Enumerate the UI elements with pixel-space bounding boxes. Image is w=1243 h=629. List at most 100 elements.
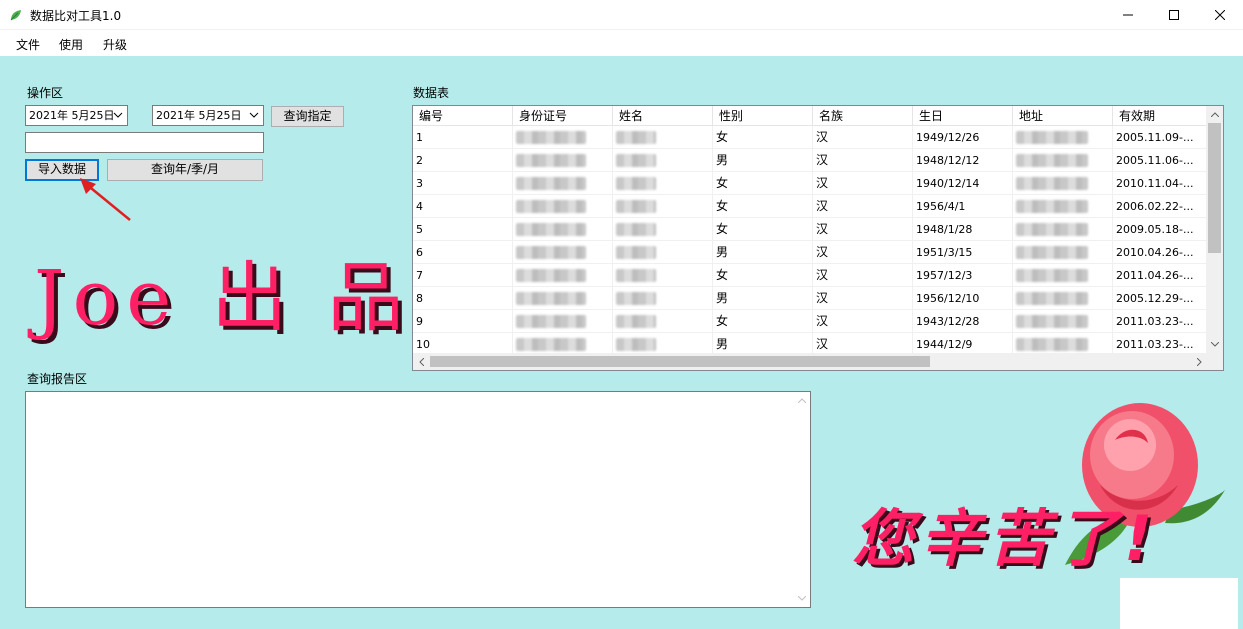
- table-row[interactable]: 6 男汉 1951/3/15 2010.04.26-...: [413, 241, 1208, 264]
- cell-id[interactable]: 7: [413, 264, 513, 287]
- cell-id-number[interactable]: [513, 264, 613, 287]
- scroll-down-icon[interactable]: [793, 590, 810, 607]
- cell-birthday[interactable]: 1956/4/1: [913, 195, 1013, 218]
- table-row[interactable]: 8 男汉 1956/12/10 2005.12.29-...: [413, 287, 1208, 310]
- cell-id[interactable]: 2: [413, 149, 513, 172]
- scroll-thumb[interactable]: [1208, 123, 1221, 253]
- cell-validity[interactable]: 2005.11.06-...: [1113, 149, 1208, 172]
- cell-id-number[interactable]: [513, 126, 613, 149]
- cell-address[interactable]: [1013, 264, 1113, 287]
- cell-address[interactable]: [1013, 241, 1113, 264]
- cell-id[interactable]: 9: [413, 310, 513, 333]
- cell-gender[interactable]: 男: [713, 287, 813, 310]
- cell-gender[interactable]: 男: [713, 241, 813, 264]
- cell-ethnicity[interactable]: 汉: [813, 264, 913, 287]
- table-vertical-scrollbar[interactable]: [1206, 106, 1223, 353]
- cell-ethnicity[interactable]: 汉: [813, 195, 913, 218]
- column-header[interactable]: 编号: [413, 106, 513, 126]
- column-header[interactable]: 生日: [913, 106, 1013, 126]
- date-to-picker[interactable]: 2021年 5月25日: [152, 105, 264, 126]
- cell-ethnicity[interactable]: 汉: [813, 218, 913, 241]
- column-header[interactable]: 名族: [813, 106, 913, 126]
- table-row[interactable]: 1 女汉 1949/12/26 2005.11.09-...: [413, 126, 1208, 149]
- cell-name[interactable]: [613, 241, 713, 264]
- table-row[interactable]: 2 男汉 1948/12/12 2005.11.06-...: [413, 149, 1208, 172]
- cell-address[interactable]: [1013, 195, 1113, 218]
- query-text-input[interactable]: [25, 132, 264, 153]
- date-from-picker[interactable]: 2021年 5月25日: [25, 105, 128, 126]
- table-row[interactable]: 9 女汉 1943/12/28 2011.03.23-...: [413, 310, 1208, 333]
- scroll-down-icon[interactable]: [1206, 336, 1223, 353]
- report-textarea[interactable]: [25, 391, 811, 608]
- column-header[interactable]: 身份证号: [513, 106, 613, 126]
- cell-ethnicity[interactable]: 汉: [813, 126, 913, 149]
- cell-birthday[interactable]: 1948/12/12: [913, 149, 1013, 172]
- table-row[interactable]: 7 女汉 1957/12/3 2011.04.26-...: [413, 264, 1208, 287]
- cell-name[interactable]: [613, 310, 713, 333]
- cell-validity[interactable]: 2011.04.26-...: [1113, 264, 1208, 287]
- cell-name[interactable]: [613, 126, 713, 149]
- cell-id[interactable]: 4: [413, 195, 513, 218]
- table-row[interactable]: 5 女汉 1948/1/28 2009.05.18-...: [413, 218, 1208, 241]
- minimize-button[interactable]: [1105, 0, 1151, 30]
- cell-id-number[interactable]: [513, 149, 613, 172]
- scroll-up-icon[interactable]: [1206, 106, 1223, 123]
- table-row[interactable]: 3 女汉 1940/12/14 2010.11.04-...: [413, 172, 1208, 195]
- menu-file[interactable]: 文件: [16, 36, 40, 53]
- cell-gender[interactable]: 女: [713, 310, 813, 333]
- cell-validity[interactable]: 2005.12.29-...: [1113, 287, 1208, 310]
- cell-address[interactable]: [1013, 218, 1113, 241]
- report-vertical-scrollbar[interactable]: [793, 392, 810, 607]
- data-table[interactable]: 编号 身份证号 姓名 性别 名族 生日 地址 有效期 1 女汉 1949/12/26…: [412, 105, 1224, 371]
- cell-birthday[interactable]: 1940/12/14: [913, 172, 1013, 195]
- menu-use[interactable]: 使用: [59, 36, 83, 53]
- cell-id-number[interactable]: [513, 195, 613, 218]
- cell-ethnicity[interactable]: 汉: [813, 287, 913, 310]
- table-horizontal-scrollbar[interactable]: [413, 353, 1208, 370]
- cell-id[interactable]: 8: [413, 287, 513, 310]
- cell-name[interactable]: [613, 172, 713, 195]
- cell-name[interactable]: [613, 287, 713, 310]
- cell-birthday[interactable]: 1957/12/3: [913, 264, 1013, 287]
- cell-validity[interactable]: 2006.02.22-...: [1113, 195, 1208, 218]
- cell-name[interactable]: [613, 149, 713, 172]
- cell-birthday[interactable]: 1951/3/15: [913, 241, 1013, 264]
- cell-ethnicity[interactable]: 汉: [813, 149, 913, 172]
- scroll-thumb[interactable]: [430, 356, 930, 367]
- cell-gender[interactable]: 女: [713, 172, 813, 195]
- cell-address[interactable]: [1013, 287, 1113, 310]
- cell-id-number[interactable]: [513, 218, 613, 241]
- cell-validity[interactable]: 2005.11.09-...: [1113, 126, 1208, 149]
- cell-gender[interactable]: 女: [713, 126, 813, 149]
- cell-validity[interactable]: 2011.03.23-...: [1113, 310, 1208, 333]
- cell-address[interactable]: [1013, 310, 1113, 333]
- cell-id-number[interactable]: [513, 310, 613, 333]
- cell-address[interactable]: [1013, 149, 1113, 172]
- cell-ethnicity[interactable]: 汉: [813, 310, 913, 333]
- cell-id[interactable]: 1: [413, 126, 513, 149]
- cell-id[interactable]: 6: [413, 241, 513, 264]
- cell-gender[interactable]: 女: [713, 218, 813, 241]
- cell-ethnicity[interactable]: 汉: [813, 241, 913, 264]
- cell-name[interactable]: [613, 264, 713, 287]
- cell-id-number[interactable]: [513, 172, 613, 195]
- column-header[interactable]: 性别: [713, 106, 813, 126]
- cell-name[interactable]: [613, 218, 713, 241]
- cell-birthday[interactable]: 1943/12/28: [913, 310, 1013, 333]
- cell-id[interactable]: 3: [413, 172, 513, 195]
- cell-ethnicity[interactable]: 汉: [813, 172, 913, 195]
- cell-validity[interactable]: 2010.11.04-...: [1113, 172, 1208, 195]
- cell-id-number[interactable]: [513, 287, 613, 310]
- query-specified-button[interactable]: 查询指定: [271, 106, 344, 127]
- cell-birthday[interactable]: 1949/12/26: [913, 126, 1013, 149]
- column-header[interactable]: 有效期: [1113, 106, 1208, 126]
- scroll-up-icon[interactable]: [793, 392, 810, 409]
- column-header[interactable]: 地址: [1013, 106, 1113, 126]
- cell-gender[interactable]: 女: [713, 264, 813, 287]
- cell-birthday[interactable]: 1948/1/28: [913, 218, 1013, 241]
- cell-gender[interactable]: 女: [713, 195, 813, 218]
- cell-validity[interactable]: 2010.04.26-...: [1113, 241, 1208, 264]
- close-button[interactable]: [1197, 0, 1243, 30]
- scroll-left-icon[interactable]: [413, 353, 430, 370]
- column-header[interactable]: 姓名: [613, 106, 713, 126]
